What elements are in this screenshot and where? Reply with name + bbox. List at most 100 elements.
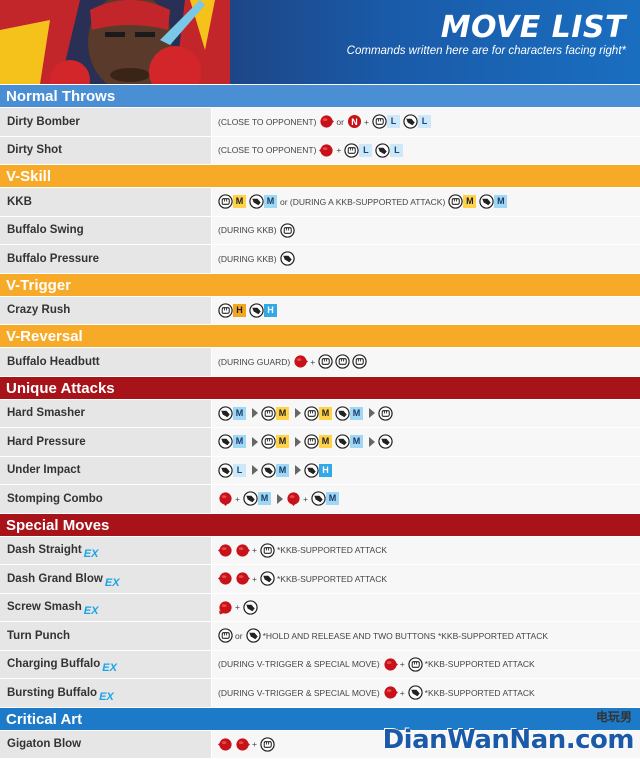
section-header: V-Reversal (0, 324, 640, 347)
strength-badge: H (264, 303, 277, 317)
move-command-cell: MMMM (211, 428, 640, 456)
move-command-cell: LMH (211, 456, 640, 484)
direction-back-icon (218, 738, 232, 751)
direction-back-icon (319, 144, 333, 157)
move-name-cell: Dirty Bomber (0, 108, 211, 136)
sequence-arrow-icon (295, 436, 301, 447)
command-text: + (399, 659, 405, 670)
strength-badge: M (233, 195, 246, 209)
move-name-cell: Buffalo Pressure (0, 245, 211, 273)
punch-icon (218, 628, 233, 643)
command-text: or (235, 630, 243, 641)
punch-icon (304, 434, 319, 449)
strength-badge: L (417, 115, 431, 129)
command-text: or (DURING A KKB-SUPPORTED ATTACK) (280, 196, 446, 207)
move-name-cell: Screw Smash EX (0, 593, 211, 621)
strength-badge: M (233, 406, 246, 420)
strength-badge: M (463, 195, 477, 209)
command-text: (CLOSE TO OPPONENT) (218, 116, 317, 127)
sequence-arrow-icon (369, 408, 375, 419)
move-name-cell: Hard Pressure (0, 428, 211, 456)
section-header: Unique Attacks (0, 375, 640, 399)
move-name-cell: Crazy Rush (0, 296, 211, 324)
move-command-cell: (DURING GUARD) + (211, 348, 640, 376)
move-name: Dash Straight (7, 544, 82, 557)
strength-badge: L (359, 143, 373, 157)
command-text: + (252, 573, 257, 584)
sequence-arrow-icon (252, 465, 258, 476)
kick-icon (378, 434, 393, 449)
strength-badge: L (233, 463, 246, 477)
move-name: Bursting Buffalo (7, 686, 98, 699)
move-list: Normal Throws Dirty Bomber (CLOSE TO OPPON… (0, 84, 640, 758)
move-name: Dash Grand Blow (7, 572, 103, 585)
section-header: V-Trigger (0, 272, 640, 296)
punch-icon (260, 737, 275, 752)
move-name: Charging Buffalo (7, 658, 101, 671)
move-name-cell: Dirty Shot (0, 136, 211, 164)
direction-fwd-icon (236, 544, 250, 557)
move-row: Dirty Shot (CLOSE TO OPPONENT) + L L (0, 135, 640, 164)
strength-badge: H (233, 303, 246, 317)
watermark-cn: 电玩男 (595, 710, 632, 724)
move-row: Dirty Bomber (CLOSE TO OPPONENT) or N + L L (0, 107, 640, 136)
strength-badge: M (264, 195, 277, 209)
command-text: + (310, 356, 316, 367)
punch-icon (261, 434, 276, 449)
move-command-cell: + (211, 593, 640, 621)
strength-badge: M (257, 492, 271, 506)
strength-badge: M (276, 463, 289, 477)
section-header: Special Moves (0, 512, 640, 536)
move-name: Hard Pressure (7, 435, 86, 448)
move-name-cell: KKB (0, 188, 211, 216)
punch-icon (448, 194, 463, 209)
move-name: Under Impact (7, 464, 81, 477)
sequence-arrow-icon (276, 493, 283, 504)
strength-badge: M (233, 435, 246, 449)
move-row: Charging Buffalo EX (DURING V-TRIGGER & SP… (0, 649, 640, 678)
direction-down-icon (219, 492, 232, 507)
move-name: Gigaton Blow (7, 738, 82, 751)
kick-icon (479, 194, 494, 209)
move-row: Buffalo Headbutt (DURING GUARD) + (0, 347, 640, 376)
command-text: + (252, 545, 257, 556)
kick-icon (335, 434, 350, 449)
command-text: (DURING V-TRIGGER & SPECIAL MOVE) (218, 687, 380, 698)
move-name-cell: Buffalo Headbutt (0, 348, 211, 376)
move-row: Hard Smasher M M M M (0, 398, 640, 427)
move-command-cell: (DURING KKB) (211, 245, 640, 273)
sequence-arrow-icon (295, 465, 301, 476)
move-command-cell: (DURING V-TRIGGER & SPECIAL MOVE) + *KKB-S… (211, 679, 640, 707)
strength-badge: M (325, 492, 339, 506)
move-name: Hard Smasher (7, 407, 85, 420)
kick-icon (261, 463, 276, 478)
move-name-cell: Under Impact (0, 456, 211, 484)
direction-fwd-icon (294, 355, 309, 368)
move-name-cell: Stomping Combo (0, 485, 211, 513)
command-text: (DURING KKB) (218, 225, 277, 236)
punch-icon (318, 354, 333, 369)
direction-down-icon (287, 492, 300, 507)
punch-icon (344, 143, 360, 158)
move-row: Stomping Combo + M + M (0, 484, 640, 513)
command-text: or (336, 116, 344, 127)
move-row: Buffalo Pressure (DURING KKB) (0, 244, 640, 273)
kick-icon (243, 600, 258, 615)
kick-icon (407, 685, 423, 700)
direction-back-icon (218, 544, 232, 557)
move-command-cell: or *HOLD AND RELEASE AND TWO BUTTONS *KKB… (211, 622, 640, 650)
move-name: Dirty Bomber (7, 115, 80, 128)
move-name: Screw Smash (7, 601, 82, 614)
move-command-cell: (CLOSE TO OPPONENT) + L L (211, 136, 640, 164)
punch-icon (279, 223, 295, 238)
kick-icon (245, 628, 261, 643)
move-command-cell: (CLOSE TO OPPONENT) or N + L L (211, 108, 640, 136)
strength-badge: M (319, 406, 332, 420)
ex-badge: EX (102, 662, 117, 675)
strength-badge: M (276, 435, 289, 449)
move-command-cell: (DURING KKB) (211, 216, 640, 244)
strength-badge: L (386, 115, 400, 129)
strength-badge: L (390, 143, 404, 157)
move-name-cell: Charging Buffalo EX (0, 650, 211, 678)
move-command-cell: M Mor (DURING A KKB-SUPPORTED ATTACK) M M (211, 188, 640, 216)
